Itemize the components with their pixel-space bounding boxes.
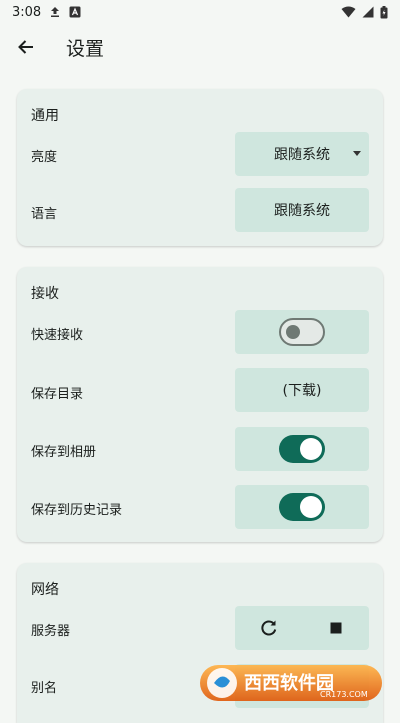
refresh-button[interactable]: [249, 608, 289, 648]
save-to-album-control: [235, 427, 369, 471]
quick-receive-switch[interactable]: [279, 318, 325, 346]
refresh-icon: [260, 620, 276, 636]
server-controls: [235, 606, 369, 650]
save-history-switch[interactable]: [279, 493, 325, 521]
switch-knob: [300, 438, 322, 460]
save-to-album-switch[interactable]: [279, 435, 325, 463]
status-right: [341, 5, 388, 19]
save-history-control: [235, 485, 369, 529]
stop-button[interactable]: [316, 608, 356, 648]
receive-title: 接收: [31, 286, 59, 302]
save-dir-value: (下载): [282, 383, 322, 399]
signal-icon: [362, 6, 374, 18]
app-bar: 设置: [0, 24, 400, 70]
language-label: 语言: [31, 207, 58, 222]
language-value: 跟随系统: [274, 203, 330, 219]
quick-receive-control: [235, 310, 369, 354]
alias-label: 别名: [31, 681, 58, 696]
general-title: 通用: [31, 108, 59, 124]
network-title: 网络: [31, 582, 59, 598]
upload-icon: [49, 6, 61, 18]
watermark-logo: 西西软件园 CR173.COM: [200, 663, 382, 703]
status-bar: 3:08: [0, 0, 400, 24]
brightness-value: 跟随系统: [274, 147, 330, 163]
save-history-label: 保存到历史记录: [31, 503, 123, 518]
battery-icon: [380, 5, 388, 19]
back-button[interactable]: [2, 24, 50, 70]
server-label: 服务器: [31, 624, 71, 639]
general-card: 通用 亮度 跟随系统 语言 跟随系统: [17, 89, 383, 246]
save-dir-label: 保存目录: [31, 387, 84, 402]
switch-knob: [286, 325, 300, 339]
watermark-sub: CR173.COM: [320, 690, 368, 699]
dropdown-arrow-icon: [353, 151, 361, 156]
save-dir-button[interactable]: (下载): [235, 368, 369, 412]
text-notification-icon: [69, 6, 81, 18]
status-left: 3:08: [12, 5, 81, 20]
arrow-back-icon: [18, 40, 33, 54]
switch-knob: [300, 496, 322, 518]
language-button[interactable]: 跟随系统: [235, 188, 369, 232]
quick-receive-label: 快速接收: [31, 328, 84, 343]
status-time: 3:08: [12, 4, 42, 20]
brightness-label: 亮度: [31, 150, 58, 165]
wifi-icon: [341, 6, 356, 18]
stop-icon: [330, 622, 341, 634]
save-to-album-label: 保存到相册: [31, 445, 97, 460]
brightness-dropdown[interactable]: 跟随系统: [235, 132, 369, 176]
page-title: 设置: [66, 37, 105, 60]
watermark-logo-icon: 西西软件园 CR173.COM: [200, 665, 382, 701]
receive-card: 接收 快速接收 保存目录 (下载) 保存到相册 保存到历史记录: [17, 267, 383, 542]
